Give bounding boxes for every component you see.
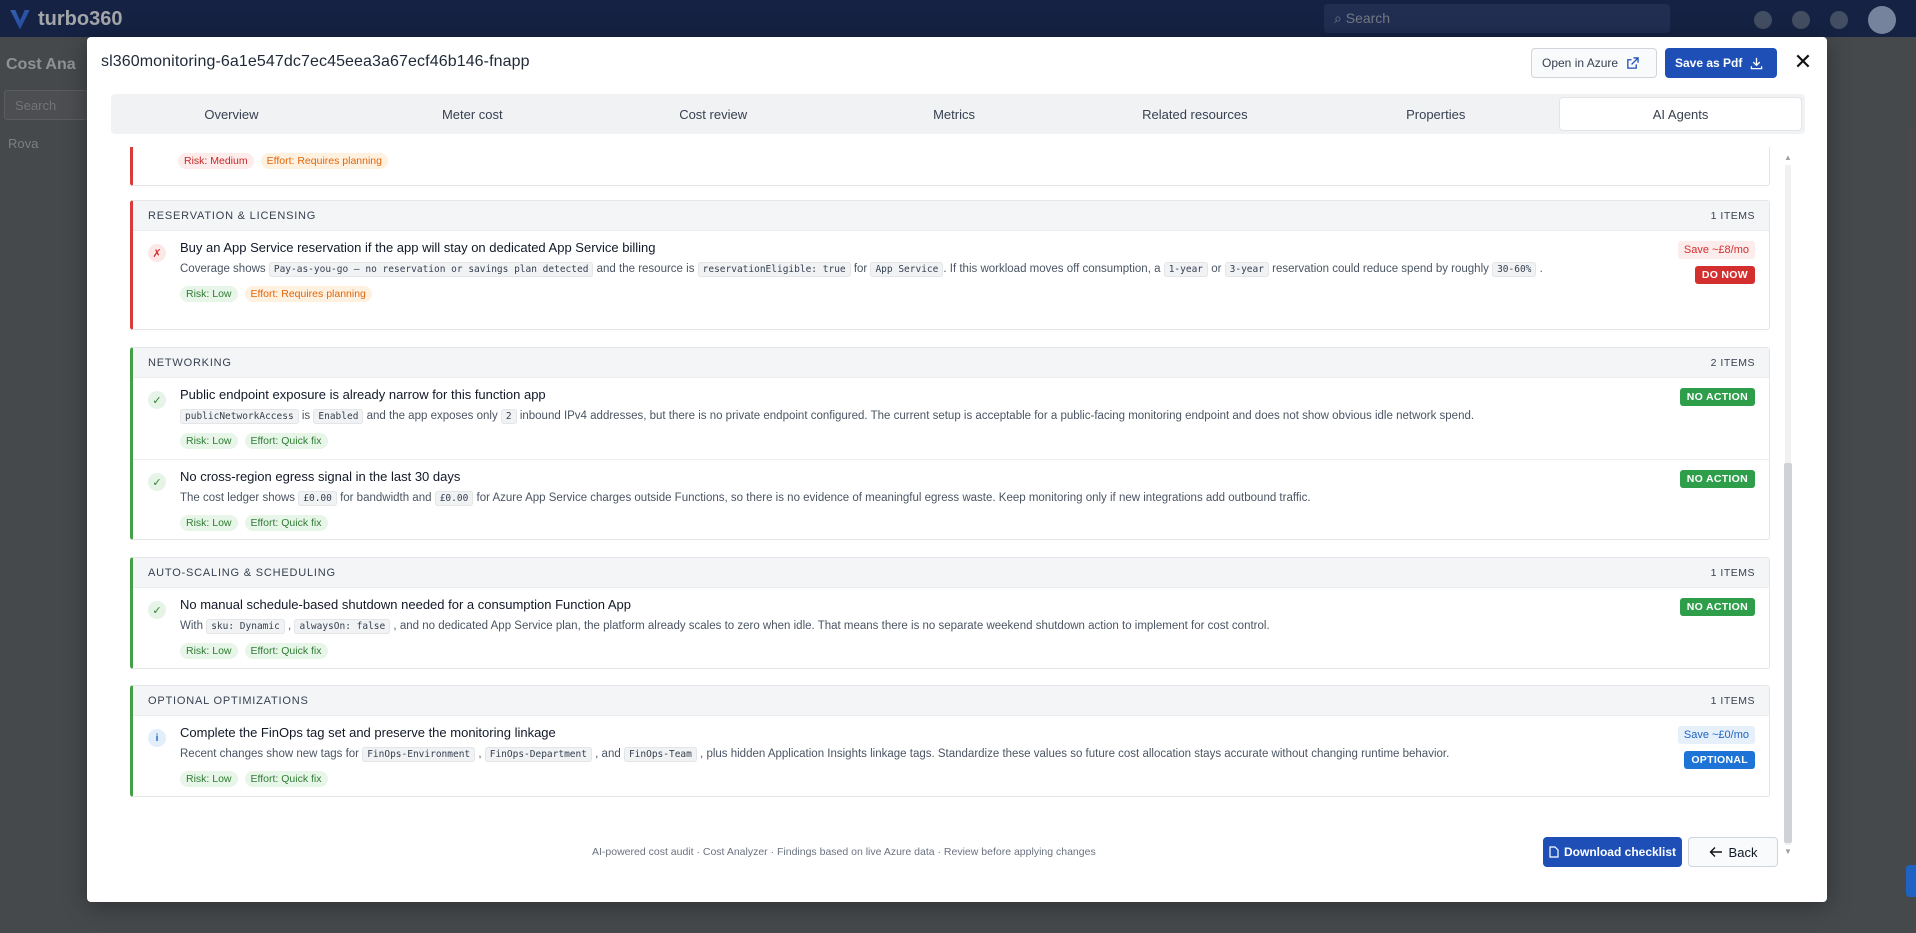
section-header: NETWORKING 2 ITEMS — [133, 348, 1769, 378]
finding-title: No manual schedule-based shutdown needed… — [180, 597, 631, 612]
finding-item: ✓ No manual schedule-based shutdown need… — [133, 588, 1769, 669]
scroll-up-arrow-icon[interactable]: ▲ — [1784, 153, 1792, 162]
risk-chip: Risk: Low — [180, 515, 238, 531]
download-icon — [1751, 57, 1763, 69]
section-item-count: 1 ITEMS — [1710, 694, 1755, 707]
tab-related-resources[interactable]: Related resources — [1074, 94, 1315, 134]
finding-description: Coverage shows Pay-as-you-go — no reserv… — [180, 262, 1543, 277]
section-header: OPTIONAL OPTIMIZATIONS 1 ITEMS — [133, 686, 1769, 716]
back-button[interactable]: Back — [1688, 837, 1778, 867]
risk-chip: Risk: Low — [180, 643, 238, 659]
scrollbar[interactable]: ▲ ▼ — [1783, 153, 1793, 857]
code-token: FinOps-Environment — [362, 747, 476, 762]
section-item-count: 1 ITEMS — [1710, 566, 1755, 579]
download-checklist-button[interactable]: Download checklist — [1543, 837, 1682, 867]
section-card-reservation-licensing: RESERVATION & LICENSING 1 ITEMS ✗ Buy an … — [130, 200, 1770, 330]
finding-title: Public endpoint exposure is already narr… — [180, 387, 546, 402]
finding-title: Buy an App Service reservation if the ap… — [180, 240, 656, 255]
close-icon[interactable]: ✕ — [1791, 49, 1815, 75]
finding-description: Recent changes show new tags for FinOps-… — [180, 747, 1450, 762]
scrollbar-thumb[interactable] — [1784, 463, 1792, 843]
modal-header: sl360monitoring-6a1e547dc7ec45eea3a67ecf… — [87, 37, 1827, 89]
code-token: 30-60% — [1492, 262, 1537, 277]
resource-detail-modal: sl360monitoring-6a1e547dc7ec45eea3a67ecf… — [87, 37, 1827, 902]
action-badge: DO NOW — [1694, 266, 1755, 284]
section-item-count: 2 ITEMS — [1710, 356, 1755, 369]
external-link-icon — [1627, 56, 1639, 69]
code-token: App Service — [870, 262, 944, 277]
save-as-pdf-button[interactable]: Save as Pdf — [1665, 48, 1777, 78]
code-token: FinOps-Department — [484, 747, 592, 762]
finding-description: With sku: Dynamic , alwaysOn: false , an… — [180, 619, 1270, 634]
effort-chip: Effort: Quick fix — [244, 433, 328, 449]
finding-item: ✗ Buy an App Service reservation if the … — [133, 231, 1769, 312]
footer-note: AI-powered cost audit · Cost Analyzer · … — [592, 846, 1096, 858]
open-in-azure-button[interactable]: Open in Azure — [1531, 48, 1657, 78]
finding-item: ✓ No cross-region egress signal in the l… — [133, 460, 1769, 541]
partial-section-card: Risk: Medium Effort: Requires planning — [130, 147, 1770, 186]
tab-metrics[interactable]: Metrics — [834, 94, 1075, 134]
code-token: alwaysOn: false — [294, 619, 391, 634]
side-panel-toggle[interactable] — [1906, 865, 1916, 897]
code-token: 3-year — [1224, 262, 1269, 277]
savings-tag: Save ~£8/mo — [1677, 241, 1755, 259]
arrow-left-icon — [1709, 847, 1722, 857]
code-token: Pay-as-you-go — no reservation or saving… — [268, 262, 594, 277]
check-icon: ✓ — [148, 391, 166, 409]
action-badge: OPTIONAL — [1684, 751, 1755, 769]
code-token: 1-year — [1163, 262, 1209, 277]
findings-scroll-area[interactable]: Risk: Medium Effort: Requires planning R… — [130, 147, 1780, 855]
action-badge: NO ACTION — [1679, 598, 1755, 616]
section-card-networking: NETWORKING 2 ITEMS ✓ Public endpoint expo… — [130, 347, 1770, 540]
code-token: Enabled — [313, 409, 364, 424]
section-header: RESERVATION & LICENSING 1 ITEMS — [133, 201, 1769, 231]
detail-tabs: Overview Meter cost Cost review Metrics Rela… — [111, 94, 1805, 134]
risk-chip: Risk: Low — [180, 286, 238, 302]
finding-item: i Complete the FinOps tag set and preser… — [133, 716, 1769, 797]
risk-chip: Risk: Medium — [178, 153, 254, 169]
code-token: FinOps-Team — [623, 747, 697, 762]
section-title: OPTIONAL OPTIMIZATIONS — [148, 694, 309, 707]
section-title: RESERVATION & LICENSING — [148, 209, 317, 222]
tab-overview[interactable]: Overview — [111, 94, 352, 134]
code-token: 2 — [500, 409, 517, 424]
section-title: NETWORKING — [148, 356, 232, 369]
section-card-optional-optimizations: OPTIONAL OPTIMIZATIONS 1 ITEMS i Complete… — [130, 685, 1770, 797]
section-header: AUTO-SCALING & SCHEDULING 1 ITEMS — [133, 558, 1769, 588]
check-icon: ✓ — [148, 601, 166, 619]
section-item-count: 1 ITEMS — [1710, 209, 1755, 222]
modal-title: sl360monitoring-6a1e547dc7ec45eea3a67ecf… — [101, 53, 530, 70]
finding-description: publicNetworkAccess is Enabled and the a… — [180, 406, 1640, 427]
risk-chip: Risk: Low — [180, 433, 238, 449]
code-token: sku: Dynamic — [206, 619, 285, 634]
risk-chip: Risk: Low — [180, 771, 238, 787]
savings-tag: Save ~£0/mo — [1677, 726, 1755, 744]
code-token: publicNetworkAccess — [180, 409, 299, 424]
finding-title: No cross-region egress signal in the las… — [180, 469, 461, 484]
finding-title: Complete the FinOps tag set and preserve… — [180, 725, 556, 740]
check-icon: ✓ — [148, 473, 166, 491]
effort-chip: Effort: Requires planning — [260, 153, 388, 169]
code-token: £0.00 — [434, 491, 474, 506]
finding-item: ✓ Public endpoint exposure is already na… — [133, 378, 1769, 460]
section-card-auto-scaling-scheduling: AUTO-SCALING & SCHEDULING 1 ITEMS ✓ No ma… — [130, 557, 1770, 669]
tab-properties[interactable]: Properties — [1315, 94, 1556, 134]
effort-chip: Effort: Quick fix — [244, 515, 328, 531]
info-icon: i — [148, 729, 166, 747]
action-badge: NO ACTION — [1679, 470, 1755, 488]
effort-chip: Effort: Quick fix — [244, 771, 328, 787]
section-title: AUTO-SCALING & SCHEDULING — [148, 566, 336, 579]
code-token: reservationEligible: true — [697, 262, 851, 277]
effort-chip: Effort: Requires planning — [244, 286, 372, 302]
code-token: £0.00 — [298, 491, 337, 506]
finding-description: The cost ledger shows £0.00 for bandwidt… — [180, 491, 1311, 506]
effort-chip: Effort: Quick fix — [244, 643, 328, 659]
tab-meter-cost[interactable]: Meter cost — [352, 94, 593, 134]
scroll-down-arrow-icon[interactable]: ▼ — [1784, 847, 1792, 856]
tab-ai-agents[interactable]: AI Agents — [1559, 97, 1803, 131]
action-badge: NO ACTION — [1679, 388, 1755, 406]
document-icon — [1549, 846, 1559, 858]
tab-cost-review[interactable]: Cost review — [593, 94, 834, 134]
status-x-icon: ✗ — [148, 244, 166, 262]
